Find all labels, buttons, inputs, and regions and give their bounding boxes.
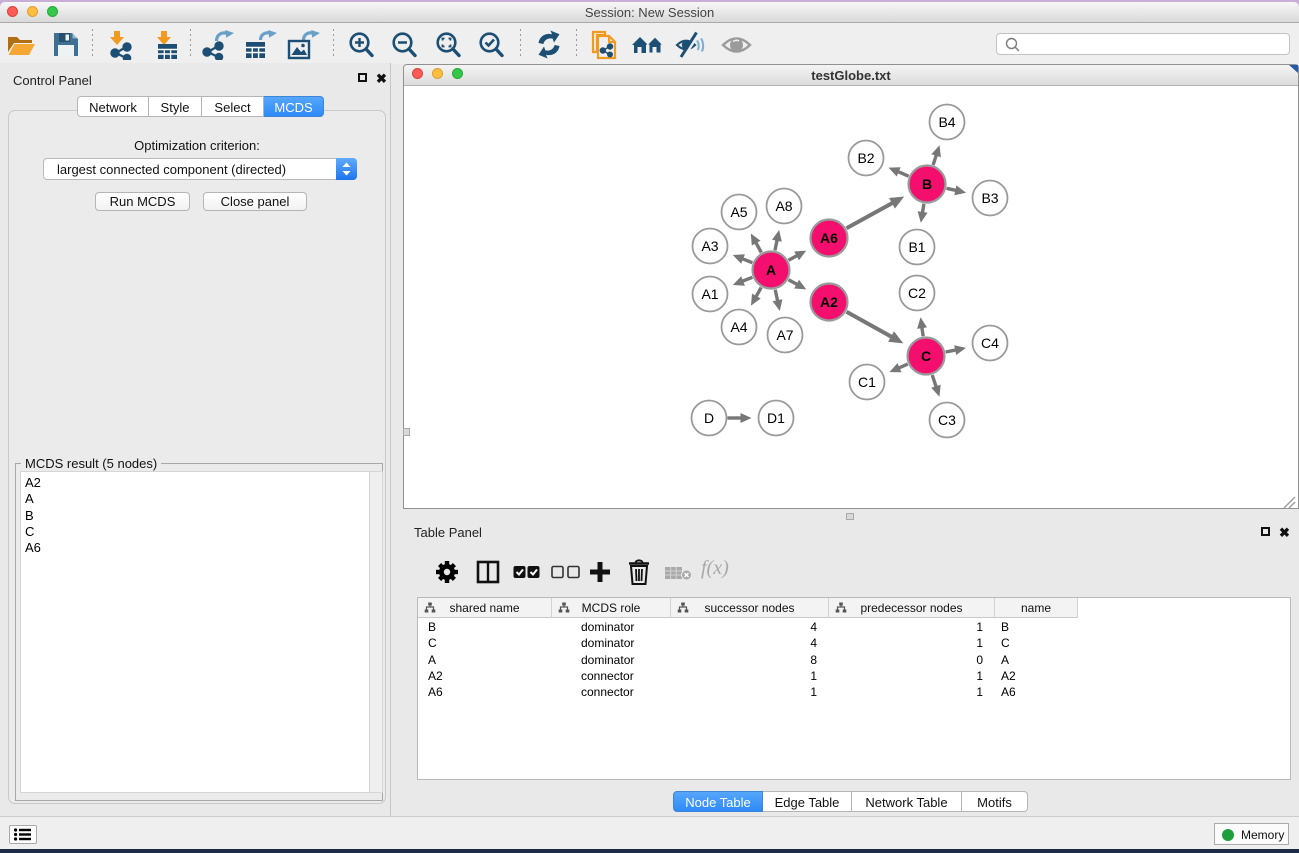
svg-text:C4: C4 (981, 335, 999, 351)
svg-text:B: B (922, 176, 932, 192)
svg-text:C2: C2 (908, 285, 926, 301)
svg-text:B2: B2 (857, 150, 874, 166)
svg-text:A1: A1 (701, 286, 718, 302)
svg-text:B4: B4 (938, 114, 955, 130)
svg-text:C3: C3 (938, 412, 956, 428)
svg-text:A8: A8 (775, 198, 792, 214)
svg-text:A: A (766, 262, 776, 278)
svg-text:B1: B1 (908, 239, 925, 255)
svg-text:D: D (704, 410, 714, 426)
svg-text:A4: A4 (730, 319, 747, 335)
svg-text:D1: D1 (767, 410, 785, 426)
svg-text:B3: B3 (981, 190, 998, 206)
svg-text:A6: A6 (820, 230, 838, 246)
svg-text:A7: A7 (776, 327, 793, 343)
svg-text:A2: A2 (820, 294, 838, 310)
svg-text:A5: A5 (730, 204, 747, 220)
svg-text:C: C (921, 348, 931, 364)
svg-text:C1: C1 (858, 374, 876, 390)
svg-text:A3: A3 (701, 238, 718, 254)
